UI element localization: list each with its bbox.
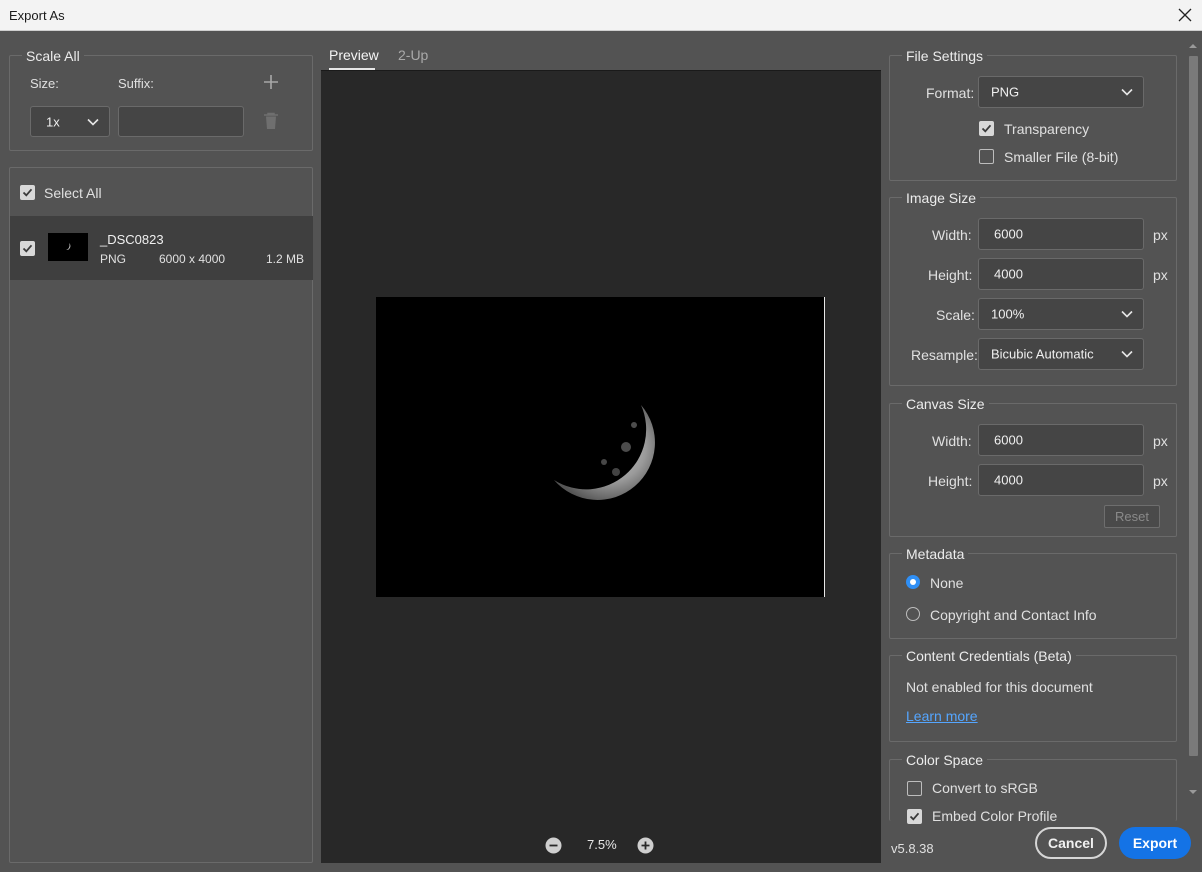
format-select[interactable]: PNG	[978, 76, 1144, 108]
file-size: 1.2 MB	[265, 252, 304, 266]
scale-value: 100%	[991, 306, 1025, 322]
preview-image	[376, 297, 825, 597]
image-width-unit: px	[1153, 227, 1168, 243]
file-dimensions: 6000 x 4000	[159, 252, 226, 266]
image-height-input[interactable]: 4000	[978, 258, 1144, 290]
metadata-box	[889, 553, 1177, 639]
scroll-down-icon[interactable]	[1189, 788, 1197, 796]
resample-label: Resample:	[911, 347, 978, 363]
file-item-checkbox[interactable]	[20, 241, 35, 256]
size-value: 1x	[46, 114, 60, 129]
cancel-button[interactable]: Cancel	[1035, 827, 1107, 859]
learn-more-link[interactable]: Learn more	[906, 708, 978, 724]
suffix-input[interactable]	[118, 106, 244, 137]
window-title: Export As	[9, 8, 65, 23]
chevron-down-icon	[87, 118, 99, 126]
image-height-value: 4000	[994, 266, 1023, 282]
metadata-legend: Metadata	[902, 546, 969, 562]
scroll-up-icon[interactable]	[1189, 42, 1197, 50]
tab-preview[interactable]: Preview	[329, 47, 379, 63]
moon-image	[554, 297, 825, 597]
content-credentials-legend: Content Credentials (Beta)	[902, 648, 1076, 664]
canvas-width-value: 6000	[994, 432, 1023, 448]
canvas-height-input[interactable]: 4000	[978, 464, 1144, 496]
add-scale-icon[interactable]	[263, 74, 279, 90]
file-name: _DSC0823	[100, 232, 164, 247]
convert-srgb-label: Convert to sRGB	[932, 780, 1038, 796]
close-icon[interactable]	[1174, 4, 1196, 26]
scale-select[interactable]: 100%	[978, 298, 1144, 330]
select-all-checkbox[interactable]	[20, 185, 35, 200]
canvas-size-legend: Canvas Size	[902, 396, 989, 412]
image-height-label: Height:	[928, 267, 973, 283]
canvas-height-label: Height:	[928, 473, 973, 489]
scale-label: Scale:	[936, 307, 975, 323]
scale-all-legend: Scale All	[22, 48, 84, 64]
image-height-unit: px	[1153, 267, 1168, 283]
size-select[interactable]: 1x	[30, 106, 110, 137]
suffix-label: Suffix:	[118, 76, 154, 91]
color-space-legend: Color Space	[902, 752, 988, 768]
settings-scrollbar[interactable]	[1187, 40, 1199, 800]
embed-profile-label: Embed Color Profile	[932, 808, 1058, 824]
chevron-down-icon	[1121, 88, 1133, 96]
canvas-height-unit: px	[1153, 473, 1168, 489]
content-credentials-status: Not enabled for this document	[906, 679, 1093, 695]
resample-select[interactable]: Bicubic Automatic	[978, 338, 1144, 370]
title-bar: Export As	[0, 0, 1202, 31]
file-settings-legend: File Settings	[902, 48, 988, 64]
trash-icon[interactable]	[263, 112, 279, 130]
embed-profile-checkbox[interactable]	[907, 809, 922, 824]
chevron-down-icon	[1121, 350, 1133, 358]
transparency-label: Transparency	[1004, 121, 1090, 137]
chevron-down-icon	[1121, 310, 1133, 318]
file-list-item[interactable]: _DSC0823 PNG 6000 x 4000 1.2 MB	[10, 216, 313, 280]
content-credentials-box	[889, 655, 1177, 742]
size-label: Size:	[30, 76, 59, 91]
metadata-none-label: None	[930, 575, 964, 591]
zoom-level: 7.5%	[587, 837, 617, 852]
canvas-width-unit: px	[1153, 433, 1168, 449]
file-thumbnail	[48, 233, 88, 261]
preview-area[interactable]: 7.5%	[321, 70, 881, 863]
metadata-copyright-label: Copyright and Contact Info	[930, 607, 1097, 623]
scroll-thumb[interactable]	[1189, 56, 1198, 756]
metadata-copyright-radio[interactable]	[906, 607, 920, 621]
image-width-input[interactable]: 6000	[978, 218, 1144, 250]
zoom-in-icon[interactable]	[637, 837, 654, 854]
canvas-width-label: Width:	[932, 433, 972, 449]
smaller-file-checkbox[interactable]	[979, 149, 994, 164]
convert-srgb-checkbox[interactable]	[907, 781, 922, 796]
reset-button[interactable]: Reset	[1104, 505, 1160, 528]
smaller-file-label: Smaller File (8-bit)	[1004, 149, 1119, 165]
resample-value: Bicubic Automatic	[991, 346, 1094, 362]
format-label: Format:	[926, 85, 975, 101]
select-all-label: Select All	[44, 185, 102, 201]
canvas-width-input[interactable]: 6000	[978, 424, 1144, 456]
metadata-none-radio[interactable]	[906, 575, 920, 589]
zoom-out-icon[interactable]	[545, 837, 562, 854]
image-width-value: 6000	[994, 226, 1023, 242]
format-value: PNG	[991, 84, 1020, 100]
image-size-legend: Image Size	[902, 190, 981, 206]
export-button[interactable]: Export	[1119, 827, 1191, 859]
image-width-label: Width:	[932, 227, 972, 243]
transparency-checkbox[interactable]	[979, 121, 994, 136]
version-label: v5.8.38	[891, 841, 934, 856]
file-format: PNG	[100, 252, 127, 266]
tab-2-up[interactable]: 2-Up	[398, 47, 428, 63]
canvas-height-value: 4000	[994, 472, 1023, 488]
